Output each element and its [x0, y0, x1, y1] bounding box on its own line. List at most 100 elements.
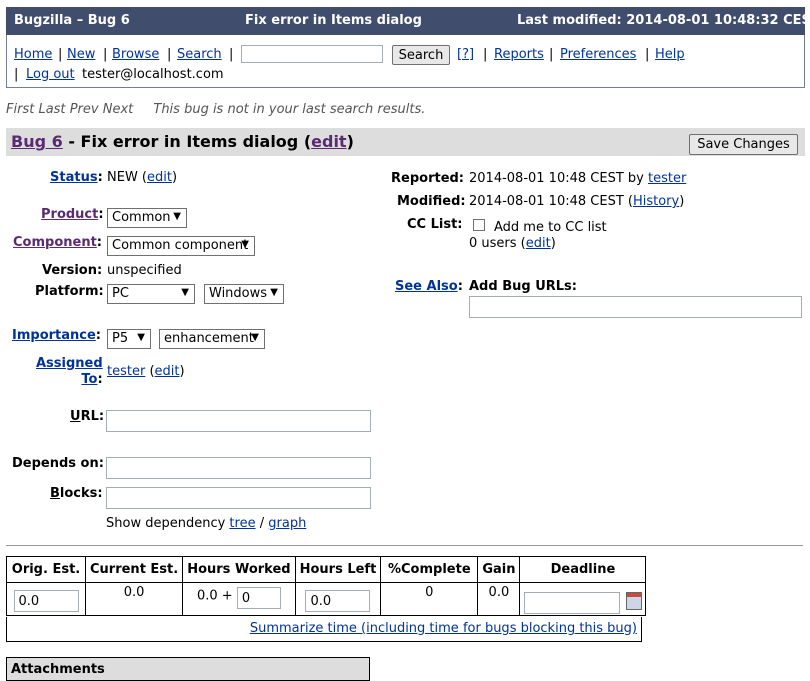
bug-id-link[interactable]: Bug 6 [11, 132, 63, 151]
search-help-link[interactable]: [?] [457, 47, 474, 62]
hours-left-header: Hours Left [294, 556, 382, 583]
status-help-link[interactable]: Status [50, 170, 98, 185]
chevron-down-icon: ▼ [137, 332, 145, 343]
hours-worked-value: 0.0 + [196, 588, 233, 604]
bug-summary: Fix error in Items dialog [80, 132, 299, 151]
nav-sep: | [167, 47, 172, 62]
assigned-help-link-2[interactable]: To [81, 372, 97, 387]
nav-search[interactable]: Search [177, 47, 222, 62]
importance-help-link[interactable]: Importance [12, 328, 96, 343]
os-select[interactable]: Windows ▼ [204, 284, 284, 304]
title-bar: Bugzilla – Bug 6 Fix error in Items dial… [6, 7, 810, 35]
add-me-to-cc-checkbox[interactable] [473, 219, 485, 231]
assignee-link[interactable]: tester [107, 364, 145, 379]
product-help-link[interactable]: Product [41, 207, 98, 222]
edit-assignee-link[interactable]: edit [155, 364, 180, 379]
blocks-input[interactable] [106, 487, 371, 509]
cc-list-label: CC List: [407, 217, 463, 232]
bug-title-header: Fix error in Items dialog [245, 13, 422, 28]
title-dash: - [62, 132, 81, 151]
percent-complete-value: 0 [380, 582, 479, 616]
reporter-link[interactable]: tester [648, 171, 686, 186]
chevron-down-icon: ▼ [173, 211, 181, 222]
attachments-title: Attachments [11, 662, 105, 677]
product-label: Product: [41, 207, 104, 222]
add-bug-urls-input[interactable] [469, 296, 802, 318]
orig-est-cell [6, 582, 86, 616]
nav-prev: Prev [69, 102, 99, 117]
component-select[interactable]: Common component ▼ [107, 236, 255, 256]
assigned-help-link[interactable]: Assigned [36, 356, 103, 371]
edit-cc-link[interactable]: edit [526, 236, 551, 251]
add-me-to-cc-label: Add me to CC list [494, 220, 607, 235]
nav-help[interactable]: Help [655, 47, 685, 62]
deadline-header: Deadline [519, 556, 647, 583]
save-changes-button[interactable]: Save Changes [689, 134, 798, 155]
hours-left-input[interactable] [305, 590, 371, 612]
nav-logout[interactable]: Log out [26, 67, 75, 82]
nav-sep: | [58, 47, 63, 62]
chevron-down-icon: ▼ [251, 332, 259, 343]
nav-sep: | [483, 47, 488, 62]
current-est-header: Current Est. [84, 556, 184, 583]
deadline-input[interactable] [524, 591, 621, 614]
dependency-text: Show dependency [106, 516, 226, 531]
edit-summary-link[interactable]: edit [311, 132, 346, 151]
status-label: Status: [50, 170, 103, 185]
dependency-graph-link[interactable]: graph [268, 516, 306, 531]
time-values-row: 0.0 0.0 + 0 0.0 [6, 582, 647, 616]
quick-search-input[interactable] [241, 45, 383, 63]
chevron-down-icon: ▼ [270, 287, 278, 298]
calendar-icon[interactable] [626, 592, 643, 611]
url-label: URL: [70, 409, 104, 424]
search-results-message: This bug is not in your last search resu… [153, 102, 426, 117]
nav-new[interactable]: New [67, 47, 95, 62]
see-also-help-link[interactable]: See Also [395, 279, 458, 294]
orig-est-input[interactable] [13, 590, 79, 612]
last-modified: Last modified: 2014-08-01 10:48:32 CEST [517, 13, 810, 28]
blocks-label: Blocks: [50, 486, 103, 501]
nav-reports[interactable]: Reports [494, 47, 544, 62]
nav-last: Last [38, 102, 66, 117]
nav-home[interactable]: Home [14, 47, 52, 62]
version-value: unspecified [107, 263, 182, 278]
nav-sep: | [14, 67, 19, 82]
current-est-value: 0.0 [84, 582, 184, 616]
platform-label: Platform: [35, 284, 104, 299]
nav-sep: | [549, 47, 554, 62]
quick-search-button[interactable]: Search [392, 45, 450, 65]
hours-left-cell [294, 582, 382, 616]
platform-select[interactable]: PC ▼ [107, 284, 195, 304]
attachments-header: Attachments [6, 657, 370, 681]
history-link[interactable]: History [633, 194, 679, 209]
cc-count-wrap: 0 users (edit) [469, 236, 556, 251]
url-input[interactable] [106, 410, 371, 432]
nav-box: Home | New | Browse | Search | Search [?… [6, 35, 805, 88]
nav-first: First [6, 102, 35, 117]
component-selected: Common component [112, 238, 249, 253]
severity-select[interactable]: enhancement ▼ [159, 329, 265, 349]
depends-on-input[interactable] [106, 457, 371, 479]
bug-header: Bug 6 - Fix error in Items dialog (edit)… [6, 128, 805, 156]
chevron-down-icon: ▼ [241, 239, 249, 250]
priority-select[interactable]: P5 ▼ [107, 329, 151, 349]
product-select[interactable]: Common ▼ [107, 208, 187, 228]
url-label-text: RL: [80, 409, 105, 424]
status-value-wrap: NEW (edit) [107, 170, 178, 185]
see-also-label: See Also: [395, 279, 463, 294]
depends-on-label: Depends on: [12, 456, 104, 471]
hours-worked-input[interactable] [236, 587, 281, 609]
platform-selected: PC [112, 286, 129, 301]
modified-value: 2014-08-01 10:48 CEST ( [469, 194, 633, 209]
component-help-link[interactable]: Component [13, 235, 97, 250]
edit-status-link[interactable]: edit [147, 170, 172, 185]
dependency-tree-link[interactable]: tree [229, 516, 255, 531]
orig-est-header: Orig. Est. [6, 556, 86, 583]
blocks-label-text: locks: [59, 486, 103, 501]
nav-browse[interactable]: Browse [112, 47, 159, 62]
summarize-time-link[interactable]: Summarize time (including time for bugs … [250, 621, 637, 636]
nav-next: Next [102, 102, 134, 117]
time-tracking-table: Orig. Est. Current Est. Hours Worked Hou… [6, 556, 647, 616]
hours-worked-cell: 0.0 + [182, 582, 296, 616]
nav-preferences[interactable]: Preferences [560, 47, 636, 62]
